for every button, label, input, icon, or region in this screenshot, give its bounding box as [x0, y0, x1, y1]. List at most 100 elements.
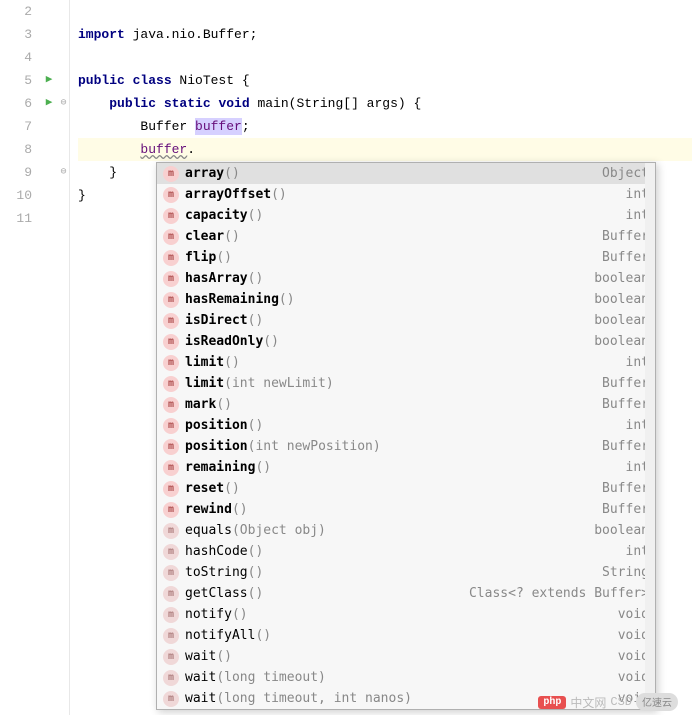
autocomplete-item[interactable]: mflip()Buffer — [157, 247, 655, 268]
autocomplete-item[interactable]: mhasRemaining()boolean — [157, 289, 655, 310]
method-name: hasArray — [185, 271, 248, 286]
run-marker-gutter: ▶ ▶ — [40, 0, 58, 715]
code-line[interactable]: public class NioTest { — [78, 69, 692, 92]
autocomplete-item[interactable]: mwait(long timeout)void — [157, 667, 655, 688]
method-name: mark — [185, 397, 216, 412]
method-name: equals — [185, 523, 232, 538]
autocomplete-item[interactable]: mgetClass()Class<? extends Buffer> — [157, 583, 655, 604]
method-params: () — [232, 502, 248, 517]
run-gutter-icon[interactable]: ▶ — [40, 92, 58, 115]
return-type: boolean — [594, 523, 649, 538]
autocomplete-item[interactable]: mclear()Buffer — [157, 226, 655, 247]
fold-open-icon[interactable]: ⊖ — [58, 92, 69, 115]
autocomplete-item[interactable]: misReadOnly()boolean — [157, 331, 655, 352]
method-params: () — [224, 166, 240, 181]
method-icon: m — [163, 460, 179, 476]
code-line[interactable]: Buffer buffer; — [78, 115, 692, 138]
method-name: isDirect — [185, 313, 248, 328]
line-number: 6 — [0, 92, 32, 115]
watermark-text: CSD — [610, 695, 632, 709]
method-name: isReadOnly — [185, 334, 263, 349]
method-name: limit — [185, 376, 224, 391]
method-icon: m — [163, 292, 179, 308]
code-line-active[interactable]: buffer. — [78, 138, 692, 161]
method-name: position — [185, 418, 248, 433]
method-params: () — [255, 628, 271, 643]
method-name: capacity — [185, 208, 248, 223]
autocomplete-item[interactable]: mposition(int newPosition)Buffer — [157, 436, 655, 457]
autocomplete-item[interactable]: marrayOffset()int — [157, 184, 655, 205]
method-icon: m — [163, 544, 179, 560]
method-icon: m — [163, 586, 179, 602]
watermark: php 中文网 CSD 亿速云 — [538, 693, 678, 711]
method-name: clear — [185, 229, 224, 244]
autocomplete-item[interactable]: mposition()int — [157, 415, 655, 436]
run-gutter-icon[interactable]: ▶ — [40, 69, 58, 92]
line-number: 11 — [0, 207, 32, 230]
variable-usage[interactable]: buffer — [140, 142, 187, 157]
return-type: boolean — [594, 313, 649, 328]
method-icon: m — [163, 649, 179, 665]
return-type: Class<? extends Buffer> — [469, 586, 649, 601]
method-name: wait — [185, 649, 216, 664]
method-params: () — [248, 271, 264, 286]
autocomplete-item[interactable]: mlimit(int newLimit)Buffer — [157, 373, 655, 394]
autocomplete-item[interactable]: mmark()Buffer — [157, 394, 655, 415]
autocomplete-item[interactable]: mlimit()int — [157, 352, 655, 373]
code-line[interactable]: import java.nio.Buffer; — [78, 23, 692, 46]
method-icon: m — [163, 418, 179, 434]
method-name: wait — [185, 691, 216, 706]
autocomplete-item[interactable]: mremaining()int — [157, 457, 655, 478]
scrollbar[interactable] — [645, 163, 655, 709]
method-params: (int newLimit) — [224, 376, 334, 391]
line-number: 2 — [0, 0, 32, 23]
method-icon: m — [163, 187, 179, 203]
method-icon: m — [163, 334, 179, 350]
autocomplete-item[interactable]: mrewind()Buffer — [157, 499, 655, 520]
method-params: () — [255, 460, 271, 475]
method-icon: m — [163, 523, 179, 539]
code-line[interactable] — [78, 0, 692, 23]
method-params: () — [248, 544, 264, 559]
line-number-gutter: 2 3 4 5 6 7 8 9 10 11 — [0, 0, 40, 715]
code-line[interactable] — [78, 46, 692, 69]
return-type: Buffer — [602, 250, 649, 265]
method-name: reset — [185, 481, 224, 496]
method-params: () — [216, 250, 232, 265]
method-name: hashCode — [185, 544, 248, 559]
method-name: remaining — [185, 460, 255, 475]
autocomplete-item[interactable]: mhashCode()int — [157, 541, 655, 562]
autocomplete-item[interactable]: mhasArray()boolean — [157, 268, 655, 289]
method-params: () — [216, 397, 232, 412]
method-params: () — [248, 208, 264, 223]
autocomplete-item[interactable]: marray()Object — [157, 163, 655, 184]
code-line[interactable]: public static void main(String[] args) { — [78, 92, 692, 115]
fold-close-icon[interactable]: ⊖ — [58, 161, 69, 184]
method-params: () — [232, 607, 248, 622]
autocomplete-item[interactable]: mcapacity()int — [157, 205, 655, 226]
autocomplete-item[interactable]: mwait()void — [157, 646, 655, 667]
autocomplete-item[interactable]: mnotify()void — [157, 604, 655, 625]
method-params: () — [279, 292, 295, 307]
method-params: () — [224, 229, 240, 244]
autocomplete-item[interactable]: misDirect()boolean — [157, 310, 655, 331]
method-icon: m — [163, 355, 179, 371]
method-params: () — [271, 187, 287, 202]
method-params: () — [248, 418, 264, 433]
autocomplete-item[interactable]: mtoString()String — [157, 562, 655, 583]
method-params: () — [224, 355, 240, 370]
variable-declaration[interactable]: buffer — [195, 118, 242, 135]
method-name: getClass — [185, 586, 248, 601]
method-name: arrayOffset — [185, 187, 271, 202]
method-icon: m — [163, 439, 179, 455]
return-type: String — [602, 565, 649, 580]
method-name: limit — [185, 355, 224, 370]
autocomplete-item[interactable]: mreset()Buffer — [157, 478, 655, 499]
autocomplete-item[interactable]: mequals(Object obj)boolean — [157, 520, 655, 541]
method-icon: m — [163, 376, 179, 392]
autocomplete-item[interactable]: mnotifyAll()void — [157, 625, 655, 646]
watermark-text: 中文网 — [570, 694, 606, 711]
method-icon: m — [163, 250, 179, 266]
return-type: boolean — [594, 292, 649, 307]
method-icon: m — [163, 229, 179, 245]
